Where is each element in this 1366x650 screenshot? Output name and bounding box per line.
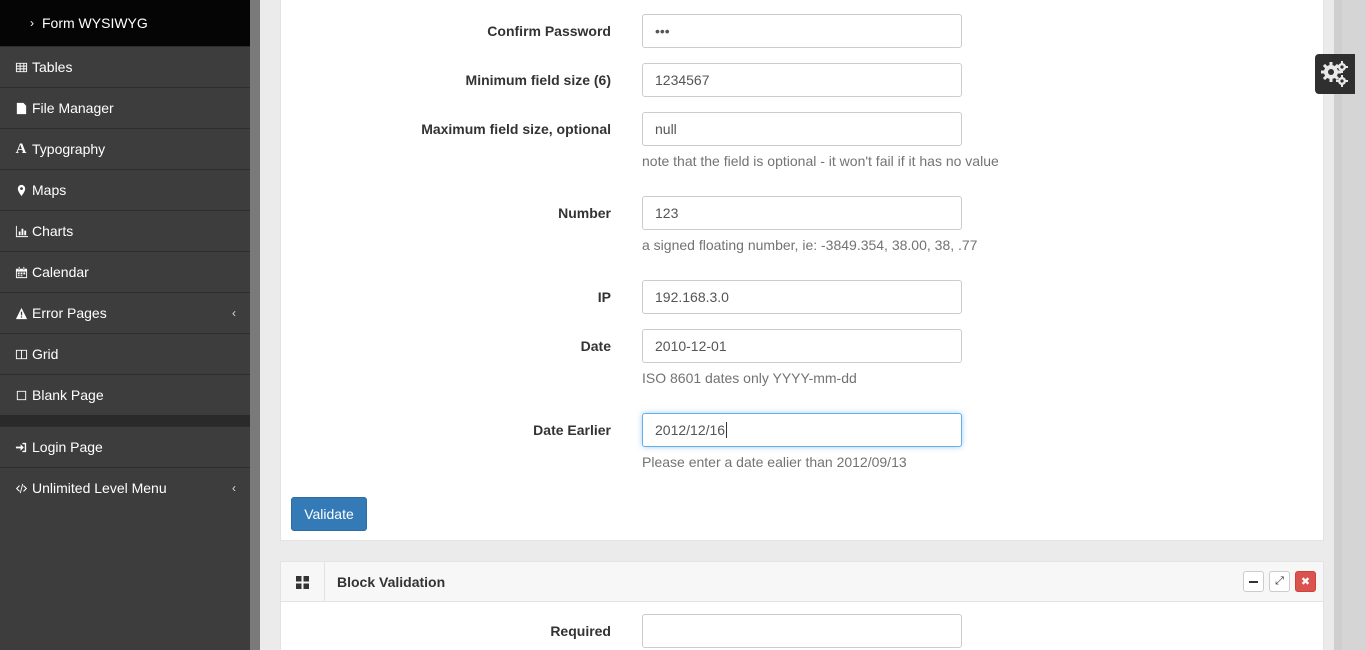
date-earlier-help: Please enter a date ealier than 2012/09/…: [642, 454, 907, 470]
sidebar-item-calendar[interactable]: Calendar: [0, 251, 250, 292]
validation-form-panel: Confirm Password ••• Minimum field size …: [280, 0, 1324, 541]
sidebar-divider: [0, 415, 250, 426]
min-size-value: 1234567: [655, 72, 710, 88]
min-size-label: Minimum field size (6): [465, 72, 611, 88]
sidebar-item-label: Unlimited Level Menu: [32, 480, 167, 496]
code-icon: [14, 481, 28, 495]
chevron-right-icon: ›: [30, 16, 34, 30]
number-value: 123: [655, 205, 679, 221]
block-validation-panel: Block Validation ⤢ ✖ Required: [280, 561, 1324, 650]
sidebar-item-blank-page[interactable]: Blank Page: [0, 374, 250, 415]
required-label: Required: [550, 623, 611, 639]
date-field[interactable]: 2010-12-01: [642, 329, 962, 363]
close-button[interactable]: ✖: [1295, 571, 1316, 592]
max-size-label: Maximum field size, optional: [421, 121, 611, 137]
ip-field[interactable]: 192.168.3.0: [642, 280, 962, 314]
min-size-field[interactable]: 1234567: [642, 63, 962, 97]
sidebar-edge: [250, 0, 260, 650]
square-icon: [14, 388, 28, 402]
confirm-password-value: •••: [655, 23, 670, 39]
sidebar-item-unlimited-level-menu[interactable]: Unlimited Level Menu ‹: [0, 467, 250, 508]
date-help: ISO 8601 dates only YYYY-mm-dd: [642, 370, 857, 386]
warning-icon: [14, 306, 28, 320]
sidebar-item-label: Tables: [32, 59, 73, 75]
map-marker-icon: [14, 183, 28, 197]
sidebar-item-label: Calendar: [32, 264, 89, 280]
bar-chart-icon: [14, 224, 28, 238]
sidebar-item-label: Error Pages: [32, 305, 107, 321]
table-icon: [14, 60, 28, 74]
date-earlier-field[interactable]: 2012/12/16: [642, 413, 962, 447]
sidebar-item-label: Typography: [32, 141, 106, 157]
expand-button[interactable]: ⤢: [1269, 571, 1290, 592]
sidebar-item-label: File Manager: [32, 100, 114, 116]
number-label: Number: [558, 205, 611, 221]
columns-icon: [14, 347, 28, 361]
max-size-value: null: [655, 121, 677, 137]
font-icon: A: [15, 140, 27, 157]
sidebar-item-typography[interactable]: A Typography: [0, 128, 250, 169]
sidebar-item-label: Login Page: [32, 439, 103, 455]
th-large-icon: [281, 562, 325, 602]
minus-icon: [1249, 580, 1258, 583]
date-value: 2010-12-01: [655, 338, 727, 354]
chevron-left-icon: ‹: [232, 481, 236, 495]
confirm-password-label: Confirm Password: [487, 23, 611, 39]
max-size-help: note that the field is optional - it won…: [642, 153, 999, 169]
sidebar-item-label: Blank Page: [32, 387, 104, 403]
sidebar-item-label: Grid: [32, 346, 59, 362]
sidebar-item-grid[interactable]: Grid: [0, 333, 250, 374]
sidebar-item-error-pages[interactable]: Error Pages ‹: [0, 292, 250, 333]
content-scroll-edge: [1334, 0, 1342, 650]
number-field[interactable]: 123: [642, 196, 962, 230]
date-earlier-value: 2012/12/16: [655, 422, 726, 438]
sidebar-item-label: Maps: [32, 182, 67, 198]
confirm-password-field[interactable]: •••: [642, 14, 962, 48]
sidebar-item-label: Charts: [32, 223, 74, 239]
validate-button[interactable]: Validate: [291, 497, 367, 531]
sidebar-item-maps[interactable]: Maps: [0, 169, 250, 210]
ip-value: 192.168.3.0: [655, 289, 729, 305]
gears-icon: [1321, 61, 1348, 87]
ip-label: IP: [597, 289, 611, 305]
date-earlier-label: Date Earlier: [533, 422, 611, 438]
sidebar-item-tables[interactable]: Tables: [0, 46, 250, 87]
chevron-left-icon: ‹: [232, 306, 236, 320]
calendar-icon: [14, 265, 28, 279]
date-label: Date: [580, 338, 611, 354]
panel-title: Block Validation: [337, 574, 446, 590]
file-icon: [14, 101, 28, 115]
sidebar: › Form WYSIWYG Tables File Manager A Typ…: [0, 0, 250, 650]
sidebar-item-file-manager[interactable]: File Manager: [0, 87, 250, 128]
sidebar-item-login-page[interactable]: Login Page: [0, 426, 250, 467]
sidebar-subitem-form-wysiwyg[interactable]: › Form WYSIWYG: [0, 0, 250, 46]
sidebar-subitem-label: Form WYSIWYG: [42, 15, 148, 31]
sign-in-icon: [14, 440, 28, 454]
close-icon: ✖: [1300, 576, 1311, 588]
settings-toggle[interactable]: [1315, 54, 1355, 94]
panel-header: Block Validation ⤢ ✖: [281, 562, 1323, 602]
required-field[interactable]: [642, 614, 962, 648]
number-help: a signed floating number, ie: -3849.354,…: [642, 237, 978, 253]
collapse-button[interactable]: [1243, 571, 1264, 592]
max-size-field[interactable]: null: [642, 112, 962, 146]
text-cursor: [726, 422, 728, 438]
expand-icon: ⤢: [1275, 575, 1284, 587]
sidebar-item-charts[interactable]: Charts: [0, 210, 250, 251]
